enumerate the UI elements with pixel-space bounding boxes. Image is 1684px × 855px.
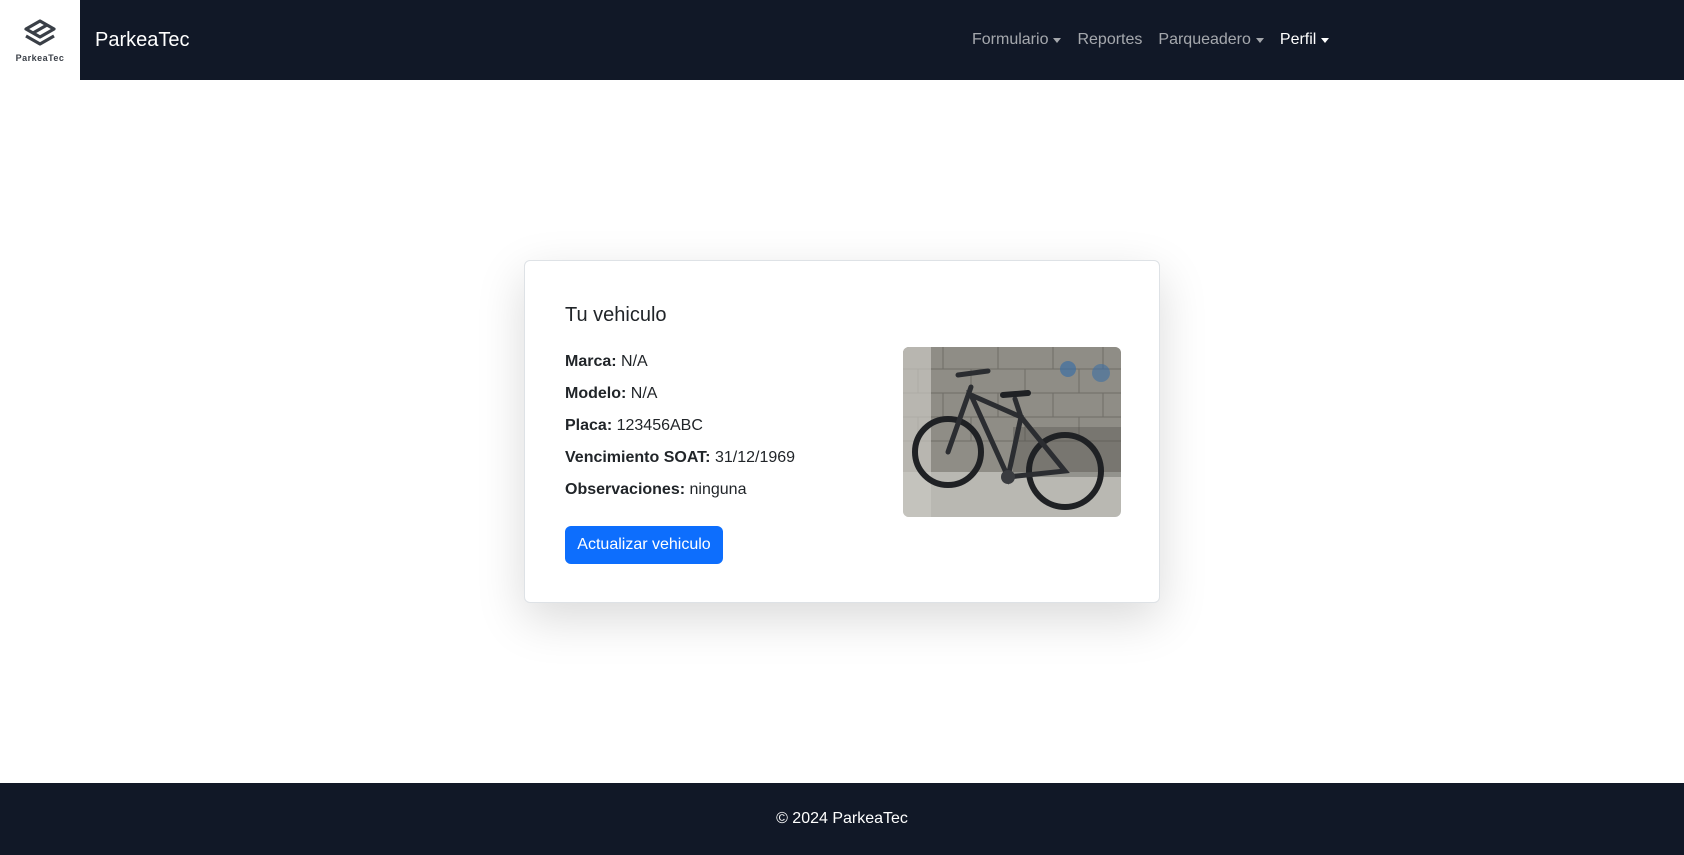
update-vehicle-button[interactable]: Actualizar vehiculo: [565, 526, 723, 564]
nav-perfil-label: Perfil: [1279, 31, 1317, 48]
modelo-label: Modelo:: [565, 385, 627, 402]
soat-label: Vencimiento SOAT:: [565, 449, 711, 466]
nav-parqueadero-label: Parqueadero: [1158, 31, 1251, 48]
navbar: ParkeaTec ParkeaTec Formulario Reportes …: [0, 0, 1684, 80]
nav-formulario-dropdown[interactable]: Formulario: [964, 31, 1069, 49]
nav-parqueadero-dropdown[interactable]: Parqueadero: [1150, 31, 1272, 49]
marca-value: N/A: [621, 353, 648, 370]
footer-copyright: © 2024 ParkeaTec: [776, 810, 908, 827]
card-title: Tu vehiculo: [565, 304, 667, 326]
info-row-placa: Placa: 123456ABC: [565, 415, 795, 447]
logo-icon: [24, 18, 56, 46]
observaciones-value: ninguna: [689, 481, 747, 498]
info-row-soat: Vencimiento SOAT: 31/12/1969: [565, 447, 795, 479]
soat-value: 31/12/1969: [714, 449, 796, 466]
nav-perfil-dropdown[interactable]: Perfil: [1272, 31, 1337, 49]
logo[interactable]: ParkeaTec: [0, 0, 80, 80]
nav-formulario-label: Formulario: [972, 31, 1049, 48]
caret-down-icon: [1321, 37, 1330, 43]
caret-down-icon: [1053, 37, 1062, 43]
vehicle-photo: [903, 347, 1121, 517]
footer: © 2024 ParkeaTec: [0, 783, 1684, 855]
brand-link[interactable]: ParkeaTec: [95, 29, 190, 52]
vehicle-card: Tu vehiculo Marca: N/A Modelo: N/A Placa…: [524, 260, 1160, 603]
marca-label: Marca:: [565, 353, 617, 370]
placa-value: 123456ABC: [616, 417, 703, 434]
info-row-observaciones: Observaciones: ninguna: [565, 479, 795, 511]
observaciones-label: Observaciones:: [565, 481, 686, 498]
nav-reportes-link[interactable]: Reportes: [1069, 31, 1150, 49]
info-row-modelo: Modelo: N/A: [565, 383, 795, 415]
placa-label: Placa:: [565, 417, 613, 434]
nav-reportes-label: Reportes: [1077, 31, 1143, 48]
modelo-value: N/A: [630, 385, 658, 402]
vehicle-info: Marca: N/A Modelo: N/A Placa: 123456ABC …: [565, 351, 795, 511]
nav-links: Formulario Reportes Parqueadero Perfil: [964, 0, 1337, 80]
caret-down-icon: [1255, 37, 1264, 43]
info-row-marca: Marca: N/A: [565, 351, 795, 383]
bicycle-photo-icon: [903, 347, 1121, 517]
logo-text: ParkeaTec: [15, 52, 65, 63]
